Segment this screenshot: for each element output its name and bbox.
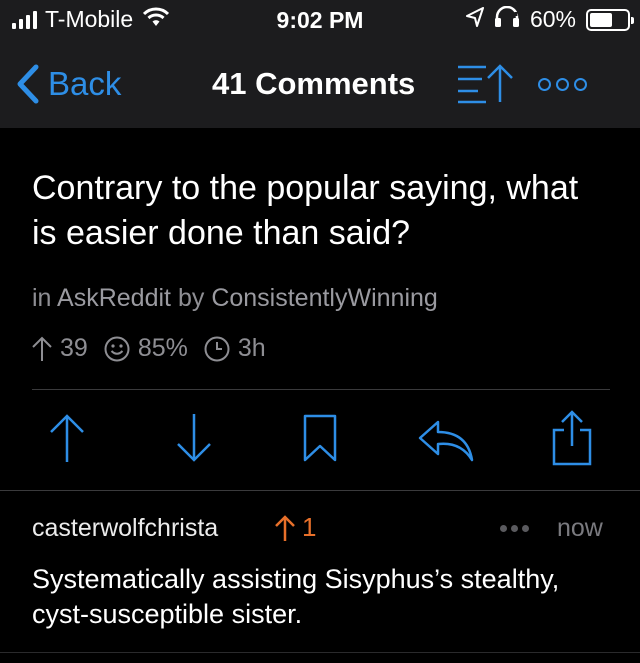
- sort-button[interactable]: [456, 64, 518, 109]
- post-meta: in AskReddit by ConsistentlyWinning: [32, 284, 438, 313]
- comment-author[interactable]: casterwolfchrista: [32, 514, 218, 543]
- share-button[interactable]: [550, 410, 594, 471]
- status-right: 60%: [465, 5, 634, 33]
- smiley-icon: [104, 336, 130, 361]
- more-icon-dot: [574, 78, 587, 91]
- battery-percent: 60%: [529, 6, 576, 32]
- chevron-left-icon: [17, 64, 39, 104]
- battery-nub: [631, 16, 634, 24]
- comment-time: now: [557, 514, 603, 542]
- sort-icon: [458, 64, 513, 104]
- comment-body: Systematically assisting Sisyphus’s stea…: [32, 564, 560, 629]
- upvote-arrow-icon: [275, 514, 295, 541]
- more-button[interactable]: [538, 78, 587, 91]
- location-icon: [465, 7, 484, 32]
- divider: [32, 389, 610, 390]
- action-bar: [0, 410, 640, 470]
- by-prefix: by: [177, 284, 205, 312]
- author-link[interactable]: ConsistentlyWinning: [211, 284, 438, 312]
- upvote-ratio: 85%: [137, 334, 188, 362]
- comment-score-value: 1: [302, 512, 317, 542]
- status-bar: T-Mobile 9:02 PM 60%: [0, 0, 640, 40]
- post-stats: 39 85% 3h: [32, 334, 282, 363]
- more-icon-dot: [538, 78, 551, 91]
- comment-more-button[interactable]: [500, 525, 529, 532]
- headphones-icon: [494, 5, 520, 33]
- score-stat: 39: [32, 334, 88, 363]
- more-icon-dot: [500, 525, 507, 532]
- more-icon-dot: [556, 78, 569, 91]
- battery-fill: [590, 12, 612, 27]
- nav-bar: Back 41 Comments: [0, 40, 640, 128]
- reply-icon: [418, 420, 474, 462]
- ratio-stat: 85%: [104, 334, 188, 363]
- divider: [0, 490, 640, 491]
- screen: T-Mobile 9:02 PM 60% Back 41 Comments Co…: [0, 0, 640, 663]
- reply-button[interactable]: [414, 410, 476, 471]
- share-icon: [552, 410, 592, 466]
- back-label: Back: [48, 65, 122, 102]
- post-title: Contrary to the popular saying, what is …: [32, 169, 579, 252]
- upvote-icon: [50, 414, 84, 462]
- post-age: 3h: [237, 334, 266, 362]
- bookmark-icon: [303, 414, 337, 462]
- more-icon-dot: [511, 525, 518, 532]
- battery-icon: [586, 8, 634, 31]
- back-button[interactable]: Back: [16, 64, 121, 104]
- page-title: 41 Comments: [212, 66, 416, 101]
- post-score: 39: [60, 334, 88, 362]
- comment-score: 1: [274, 512, 316, 543]
- divider: [0, 652, 640, 653]
- more-icon-dot: [522, 525, 529, 532]
- upvote-button[interactable]: [48, 410, 86, 471]
- arrow-up-icon: [32, 336, 52, 361]
- downvote-icon: [177, 414, 211, 462]
- in-prefix: in: [32, 284, 52, 312]
- clock-icon: [204, 336, 230, 361]
- save-button[interactable]: [302, 410, 338, 471]
- subreddit-link[interactable]: AskReddit: [57, 284, 171, 312]
- downvote-button[interactable]: [175, 410, 213, 471]
- age-stat: 3h: [204, 334, 266, 363]
